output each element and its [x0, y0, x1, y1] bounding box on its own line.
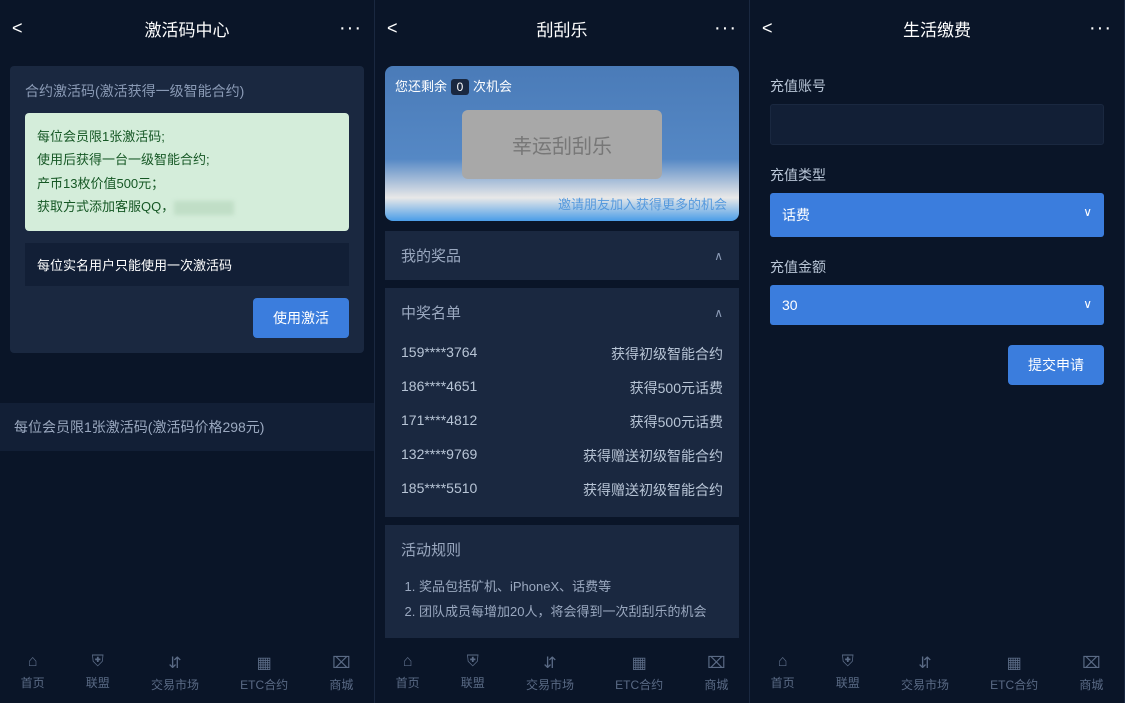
header: < 激活码中心 ··· — [0, 0, 374, 56]
rules-list: 奖品包括矿机、iPhoneX、话费等 团队成员每增加20人，将会得到一次刮刮乐的… — [401, 575, 723, 624]
nav-mall[interactable]: ⌧商城 — [1079, 653, 1103, 693]
accordion-label: 中奖名单 — [401, 302, 461, 323]
alliance-icon: ⛨ — [842, 653, 854, 671]
panel-activation-code: < 激活码中心 ··· 合约激活码(激活获得一级智能合约) 每位会员限1张激活码… — [0, 0, 375, 703]
winner-row: 186****4651获得500元话费 — [401, 371, 723, 405]
invite-link[interactable]: 邀请朋友加入获得更多的机会 — [558, 194, 727, 213]
amount-select[interactable]: 30 — [770, 285, 1104, 325]
alliance-icon: ⛨ — [467, 653, 479, 671]
winner-row: 132****9769获得赠送初级智能合约 — [401, 439, 723, 473]
info-line: 使用后获得一台一级智能合约; — [37, 148, 337, 171]
contract-icon: ▦ — [1007, 653, 1022, 673]
payment-form: 充值账号 充值类型 话费 充值金额 30 提交申请 — [750, 56, 1124, 405]
home-icon: ⌂ — [778, 653, 788, 671]
more-icon[interactable]: ··· — [1084, 17, 1112, 40]
my-prizes-accordion[interactable]: 我的奖品 ∧ — [385, 231, 739, 280]
more-icon[interactable]: ··· — [709, 17, 737, 40]
mall-icon: ⌧ — [332, 653, 350, 673]
chevron-up-icon: ∧ — [714, 249, 723, 263]
home-icon: ⌂ — [28, 653, 38, 671]
blurred-qq — [174, 201, 234, 215]
market-icon: ⇵ — [918, 653, 931, 673]
chevron-up-icon: ∧ — [714, 306, 723, 320]
nav-mall[interactable]: ⌧商城 — [704, 653, 728, 693]
scratch-area[interactable]: 幸运刮刮乐 — [462, 110, 662, 179]
mall-icon: ⌧ — [1082, 653, 1100, 673]
rules-title: 活动规则 — [401, 539, 723, 560]
info-box: 每位会员限1张激活码; 使用后获得一台一级智能合约; 产币13枚价值500元； … — [25, 113, 349, 231]
type-select[interactable]: 话费 — [770, 193, 1104, 237]
header: < 生活缴费 ··· — [750, 0, 1124, 56]
winner-row: 185****5510获得赠送初级智能合约 — [401, 473, 723, 507]
contract-icon: ▦ — [257, 653, 272, 673]
info-line: 产币13枚价值500元； — [37, 172, 337, 195]
rules-section: 活动规则 奖品包括矿机、iPhoneX、话费等 团队成员每增加20人，将会得到一… — [385, 525, 739, 638]
market-icon: ⇵ — [543, 653, 556, 673]
remain-count: 0 — [451, 79, 470, 95]
back-button[interactable]: < — [762, 18, 790, 39]
nav-market[interactable]: ⇵交易市场 — [901, 653, 949, 693]
header: < 刮刮乐 ··· — [375, 0, 749, 56]
nav-contract[interactable]: ▦ETC合约 — [240, 653, 288, 693]
page-title: 激活码中心 — [40, 16, 334, 41]
nav-alliance[interactable]: ⛨联盟 — [836, 653, 860, 693]
content: 合约激活码(激活获得一级智能合约) 每位会员限1张激活码; 使用后获得一台一级智… — [0, 56, 374, 703]
panel-payment: < 生活缴费 ··· 充值账号 充值类型 话费 充值金额 30 提交申请 ⌂首页… — [750, 0, 1125, 703]
winners-list: 159****3764获得初级智能合约 186****4651获得500元话费 … — [385, 337, 739, 517]
nav-alliance[interactable]: ⛨联盟 — [86, 653, 110, 693]
submit-row: 提交申请 — [770, 345, 1104, 385]
nav-home[interactable]: ⌂首页 — [396, 653, 420, 693]
remain-text: 您还剩余 0 次机会 — [395, 76, 729, 95]
mall-icon: ⌧ — [707, 653, 725, 673]
nav-alliance[interactable]: ⛨联盟 — [461, 653, 485, 693]
bottom-nav: ⌂首页 ⛨联盟 ⇵交易市场 ▦ETC合约 ⌧商城 — [375, 643, 749, 703]
home-icon: ⌂ — [403, 653, 413, 671]
nav-contract[interactable]: ▦ETC合约 — [615, 653, 663, 693]
page-title: 生活缴费 — [790, 16, 1084, 41]
activation-card: 合约激活码(激活获得一级智能合约) 每位会员限1张激活码; 使用后获得一台一级智… — [10, 66, 364, 353]
activation-input[interactable]: 每位实名用户只能使用一次激活码 — [25, 243, 349, 286]
account-label: 充值账号 — [770, 76, 1104, 96]
button-row: 使用激活 — [25, 298, 349, 338]
winners-accordion[interactable]: 中奖名单 ∧ — [385, 288, 739, 337]
content: 充值账号 充值类型 话费 充值金额 30 提交申请 — [750, 56, 1124, 703]
contract-icon: ▦ — [632, 653, 647, 673]
card-title: 合约激活码(激活获得一级智能合约) — [25, 81, 349, 101]
bottom-nav: ⌂首页 ⛨联盟 ⇵交易市场 ▦ETC合约 ⌧商城 — [750, 643, 1124, 703]
alliance-icon: ⛨ — [92, 653, 104, 671]
nav-home[interactable]: ⌂首页 — [21, 653, 45, 693]
rule-item: 奖品包括矿机、iPhoneX、话费等 — [419, 575, 723, 600]
winner-row: 171****4812获得500元话费 — [401, 405, 723, 439]
back-button[interactable]: < — [12, 18, 40, 39]
nav-contract[interactable]: ▦ETC合约 — [990, 653, 1038, 693]
account-input[interactable] — [770, 104, 1104, 145]
market-icon: ⇵ — [168, 653, 181, 673]
submit-button[interactable]: 提交申请 — [1008, 345, 1104, 385]
bottom-note: 每位会员限1张激活码(激活码价格298元) — [0, 403, 374, 451]
scratch-banner: 您还剩余 0 次机会 幸运刮刮乐 邀请朋友加入获得更多的机会 — [385, 66, 739, 221]
back-button[interactable]: < — [387, 18, 415, 39]
winner-row: 159****3764获得初级智能合约 — [401, 337, 723, 371]
panel-scratch: < 刮刮乐 ··· 您还剩余 0 次机会 幸运刮刮乐 邀请朋友加入获得更多的机会… — [375, 0, 750, 703]
more-icon[interactable]: ··· — [334, 17, 362, 40]
page-title: 刮刮乐 — [415, 16, 709, 41]
content: 您还剩余 0 次机会 幸运刮刮乐 邀请朋友加入获得更多的机会 我的奖品 ∧ 中奖… — [375, 56, 749, 703]
nav-home[interactable]: ⌂首页 — [771, 653, 795, 693]
nav-mall[interactable]: ⌧商城 — [329, 653, 353, 693]
amount-label: 充值金额 — [770, 257, 1104, 277]
rule-item: 团队成员每增加20人，将会得到一次刮刮乐的机会 — [419, 600, 723, 625]
bottom-nav: ⌂首页 ⛨联盟 ⇵交易市场 ▦ETC合约 ⌧商城 — [0, 643, 374, 703]
info-line: 每位会员限1张激活码; — [37, 125, 337, 148]
accordion-label: 我的奖品 — [401, 245, 461, 266]
activate-button[interactable]: 使用激活 — [253, 298, 349, 338]
type-label: 充值类型 — [770, 165, 1104, 185]
nav-market[interactable]: ⇵交易市场 — [151, 653, 199, 693]
info-line: 获取方式添加客服QQ， — [37, 195, 337, 218]
nav-market[interactable]: ⇵交易市场 — [526, 653, 574, 693]
